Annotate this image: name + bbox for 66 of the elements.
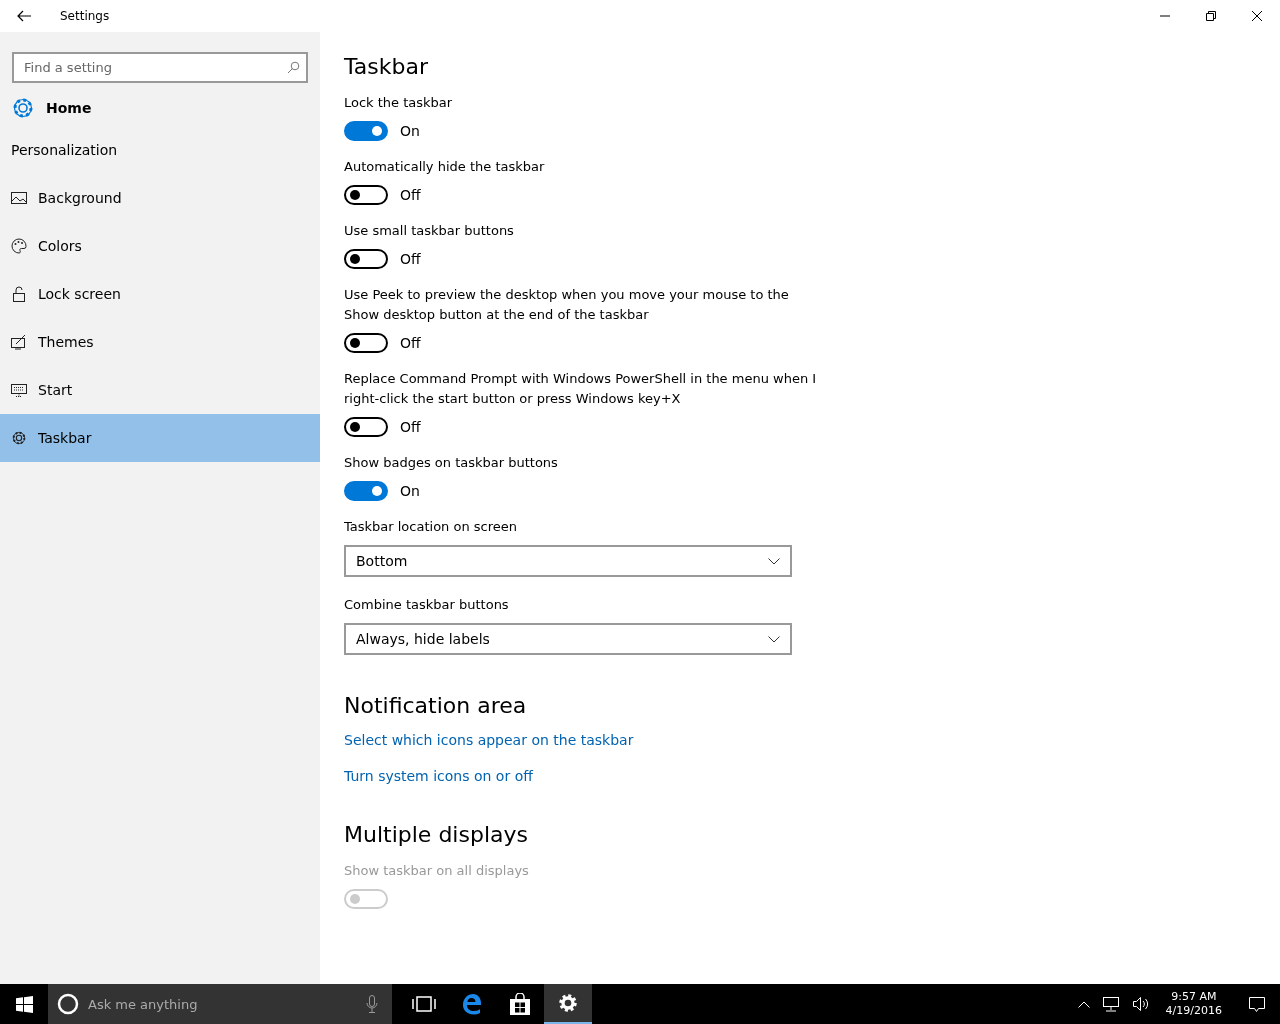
- restore-icon[interactable]: [1205, 10, 1217, 22]
- clock-date: 4/19/2016: [1165, 1004, 1222, 1018]
- chevron-up-icon[interactable]: [1077, 1000, 1090, 1008]
- toggle-switch[interactable]: [344, 185, 388, 205]
- toggle-switch[interactable]: [344, 481, 388, 501]
- image-icon: [11, 191, 27, 205]
- notification-icon[interactable]: [1248, 995, 1266, 1013]
- task-view-icon: [412, 996, 436, 1012]
- nav-item[interactable]: Themes: [0, 318, 320, 366]
- toggle-switch[interactable]: [344, 417, 388, 437]
- dropdown[interactable]: Bottom: [344, 545, 792, 577]
- keyboard-icon: [11, 383, 27, 397]
- palette-icon: [11, 238, 27, 254]
- chevron-down-icon: [768, 557, 780, 565]
- close-icon[interactable]: [1251, 10, 1263, 22]
- shopping-bag-icon: [510, 993, 530, 1015]
- setting-label: Lock the taskbar: [344, 94, 454, 112]
- speaker-icon[interactable]: [1131, 996, 1150, 1012]
- chevron-down-icon: [768, 635, 780, 643]
- search-field[interactable]: Find a setting: [12, 52, 308, 83]
- windows-logo-icon: [15, 995, 33, 1013]
- settings-icon: [558, 993, 578, 1013]
- clock-time: 9:57 AM: [1171, 990, 1217, 1004]
- network-icon[interactable]: [1101, 996, 1120, 1012]
- settings-link[interactable]: Turn system icons on or off: [344, 768, 533, 784]
- toggle-state: Off: [400, 187, 421, 203]
- toggle-state: Off: [400, 335, 421, 351]
- gear-icon: [11, 96, 35, 120]
- setting-label: Combine taskbar buttons: [344, 596, 510, 614]
- section-heading: Personalization: [11, 141, 119, 160]
- microphone-icon[interactable]: [366, 995, 378, 1013]
- dropdown[interactable]: Always, hide labels: [344, 623, 792, 655]
- gear-icon: [11, 430, 27, 446]
- setting-label: Show badges on taskbar buttons: [344, 454, 559, 472]
- toggle-switch[interactable]: [344, 333, 388, 353]
- home-link[interactable]: Home: [11, 93, 320, 123]
- nav-item[interactable]: Background: [0, 174, 320, 222]
- taskbar-app[interactable]: [544, 984, 592, 1024]
- setting-label: Taskbar location on screen: [344, 518, 518, 536]
- back-icon[interactable]: [17, 10, 31, 22]
- toggle-switch[interactable]: [344, 121, 388, 141]
- monitor-brush-icon: [11, 334, 27, 350]
- settings-link[interactable]: Select which icons appear on the taskbar: [344, 732, 634, 748]
- search-icon: [287, 61, 300, 74]
- setting-label: Automatically hide the taskbar: [344, 158, 546, 176]
- window-title: Settings: [60, 9, 110, 23]
- toggle-state: On: [400, 483, 420, 499]
- circle-icon: [57, 993, 79, 1015]
- nav-item[interactable]: Lock screen: [0, 270, 320, 318]
- nav-item[interactable]: Start: [0, 366, 320, 414]
- nav-item[interactable]: Taskbar: [0, 414, 320, 462]
- browser-e-icon: [461, 993, 483, 1015]
- setting-label: Replace Command Prompt with Windows PowerShell in the menu when I right-click the start button or press Windows key+X: [344, 370, 818, 408]
- setting-label: Use small taskbar buttons: [344, 222, 515, 240]
- toggle-state: Off: [400, 419, 421, 435]
- search-box[interactable]: Ask me anything: [48, 984, 392, 1024]
- setting-label: Use Peek to preview the desktop when you move your mouse to the Show desktop button at the end of the taskbar: [344, 286, 790, 324]
- section-title: Notification area: [344, 693, 528, 718]
- nav-item[interactable]: Colors: [0, 222, 320, 270]
- lock-icon: [11, 286, 27, 302]
- toggle-state: Off: [400, 251, 421, 267]
- setting-label: Show taskbar on all displays: [344, 862, 530, 880]
- toggle-state: On: [400, 123, 420, 139]
- section-title: Multiple displays: [344, 822, 529, 847]
- section-title: Taskbar: [344, 54, 429, 79]
- toggle-switch[interactable]: [344, 249, 388, 269]
